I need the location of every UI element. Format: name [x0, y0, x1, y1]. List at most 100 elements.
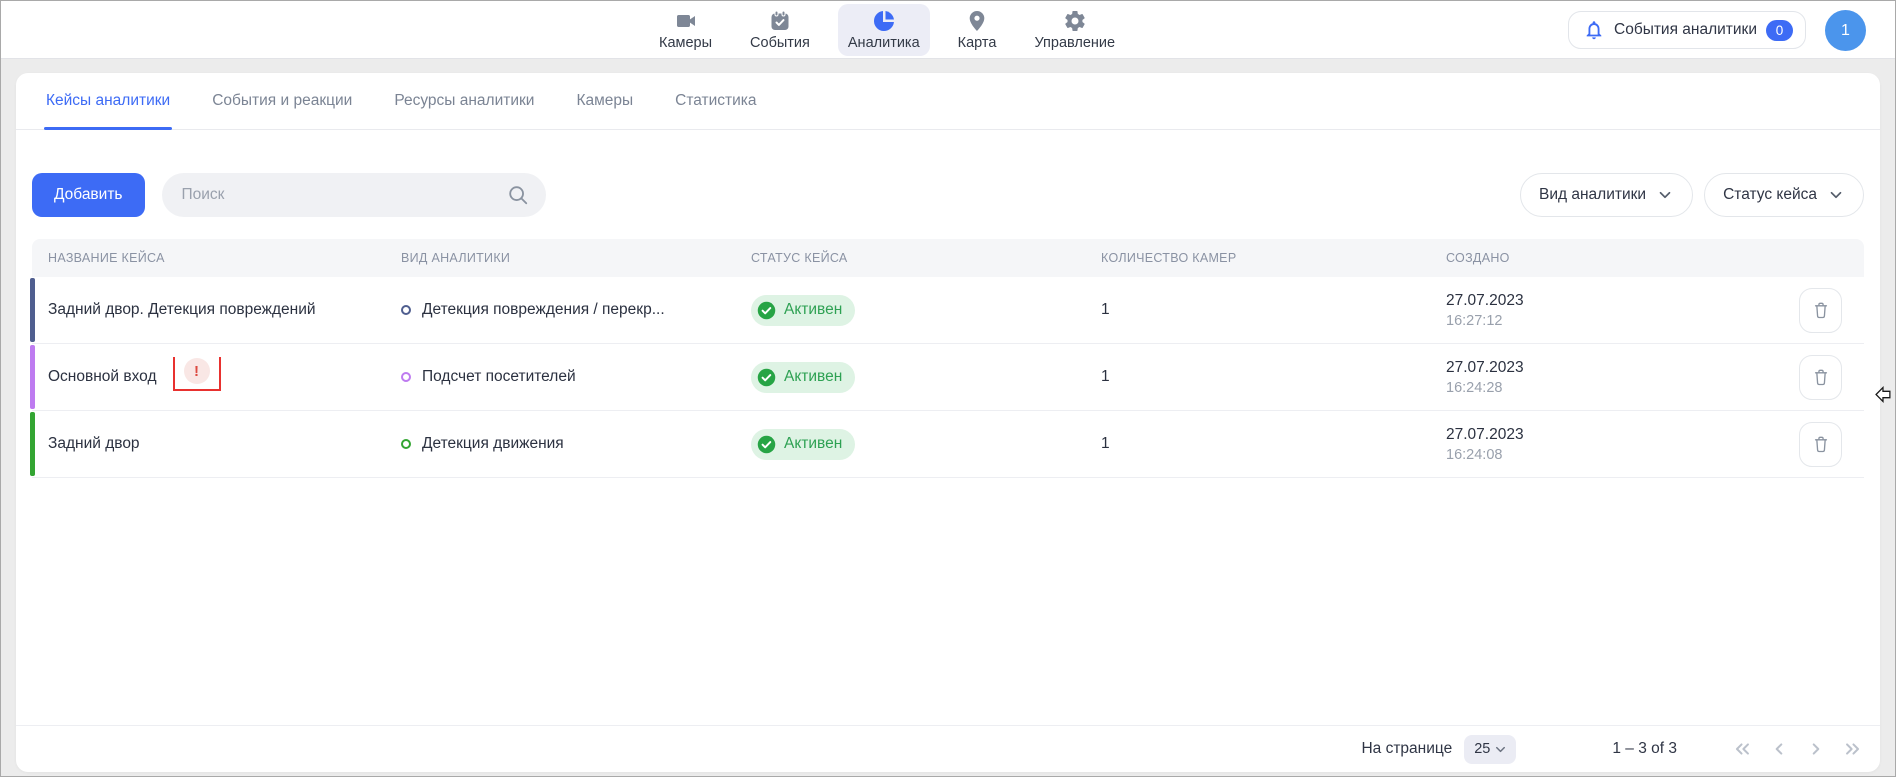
- case-name: Задний двор: [48, 435, 140, 453]
- check-circle-icon: [756, 367, 777, 388]
- nav-label: Управление: [1034, 35, 1115, 51]
- analytics-events-label: События аналитики: [1614, 21, 1757, 39]
- tab-analytics-cases[interactable]: Кейсы аналитики: [46, 73, 170, 129]
- created-cell: 27.07.2023 16:27:12: [1426, 292, 1771, 329]
- video-camera-icon: [674, 9, 698, 33]
- case-name-cell: Задний двор !: [32, 435, 381, 453]
- analytics-type-ring-icon: [401, 439, 411, 449]
- search-input[interactable]: [162, 173, 546, 217]
- analytics-type-filter-label: Вид аналитики: [1539, 186, 1646, 204]
- nav-item-events[interactable]: События: [740, 4, 820, 56]
- gear-icon: [1063, 9, 1087, 33]
- search-field: [162, 173, 546, 217]
- status-badge-label: Активен: [784, 368, 842, 386]
- actions-cell: [1771, 422, 1864, 467]
- analytics-type-cell: Детекция движения: [381, 435, 731, 453]
- analytics-type-ring-icon: [401, 372, 411, 382]
- tab-bar: Кейсы аналитики События и реакции Ресурс…: [16, 73, 1880, 130]
- table-body: Задний двор. Детекция повреждений ! Дете…: [32, 277, 1864, 478]
- analytics-type-label: Детекция повреждения / перекр...: [422, 301, 665, 319]
- camera-count: 1: [1101, 435, 1110, 452]
- last-page-button[interactable]: [1842, 738, 1864, 760]
- nav-item-map[interactable]: Карта: [948, 4, 1007, 56]
- case-status-cell: Активен: [731, 295, 1081, 326]
- alert-exclamation-icon: !: [184, 358, 210, 384]
- table-row[interactable]: Основной вход ! Подсчет посетителей Акти…: [32, 344, 1864, 411]
- trash-icon: [1811, 300, 1831, 320]
- analytics-type-filter[interactable]: Вид аналитики: [1520, 173, 1693, 217]
- case-status-cell: Активен: [731, 429, 1081, 460]
- pagination-bar: На странице 25 1 – 3 of 3: [16, 725, 1880, 772]
- nav-label: Камеры: [659, 35, 712, 51]
- case-name: Задний двор. Детекция повреждений: [48, 301, 316, 319]
- delete-case-button[interactable]: [1799, 288, 1842, 333]
- column-header-created: СОЗДАНО: [1426, 251, 1771, 265]
- analytics-events-button[interactable]: События аналитики 0: [1568, 11, 1806, 49]
- delete-case-button[interactable]: [1799, 422, 1842, 467]
- chevron-down-icon: [1827, 186, 1845, 204]
- calendar-check-icon: [768, 9, 792, 33]
- status-badge: Активен: [751, 362, 855, 393]
- per-page-label: На странице: [1361, 740, 1452, 758]
- check-circle-icon: [756, 434, 777, 455]
- created-time: 16:27:12: [1446, 313, 1771, 329]
- case-status-cell: Активен: [731, 362, 1081, 393]
- camera-count-cell: 1: [1081, 301, 1426, 319]
- alert-annotation: !: [173, 357, 221, 391]
- search-icon: [507, 184, 529, 206]
- camera-count: 1: [1101, 301, 1110, 318]
- tab-statistics[interactable]: Статистика: [675, 73, 756, 129]
- nav-item-cameras[interactable]: Камеры: [649, 4, 722, 56]
- trash-icon: [1811, 367, 1831, 387]
- created-time: 16:24:08: [1446, 447, 1771, 463]
- camera-count-cell: 1: [1081, 435, 1426, 453]
- mouse-cursor: [1875, 386, 1892, 403]
- case-status-filter[interactable]: Статус кейса: [1704, 173, 1864, 217]
- created-date: 27.07.2023: [1446, 292, 1771, 310]
- first-page-button[interactable]: [1731, 738, 1753, 760]
- actions-cell: [1771, 288, 1864, 333]
- camera-count-cell: 1: [1081, 368, 1426, 386]
- user-avatar[interactable]: 1: [1825, 10, 1866, 51]
- table-row[interactable]: Задний двор. Детекция повреждений ! Дете…: [32, 277, 1864, 344]
- case-name-cell: Задний двор. Детекция повреждений !: [32, 301, 381, 319]
- created-cell: 27.07.2023 16:24:08: [1426, 426, 1771, 463]
- next-page-button[interactable]: [1805, 738, 1827, 760]
- events-count-badge: 0: [1766, 20, 1793, 41]
- table-row[interactable]: Задний двор ! Детекция движения Активен …: [32, 411, 1864, 478]
- analytics-type-label: Детекция движения: [422, 435, 564, 453]
- delete-case-button[interactable]: [1799, 355, 1842, 400]
- column-header-case-name: НАЗВАНИЕ КЕЙСА: [32, 251, 381, 265]
- previous-page-button[interactable]: [1768, 738, 1790, 760]
- table-header: НАЗВАНИЕ КЕЙСА ВИД АНАЛИТИКИ СТАТУС КЕЙС…: [32, 239, 1864, 277]
- map-pin-icon: [965, 9, 989, 33]
- tab-events-reactions[interactable]: События и реакции: [212, 73, 352, 129]
- status-badge: Активен: [751, 295, 855, 326]
- per-page-select[interactable]: 25: [1464, 735, 1516, 764]
- created-date: 27.07.2023: [1446, 359, 1771, 377]
- top-bar: Камеры События Аналитика Карта: [1, 1, 1895, 59]
- analytics-type-cell: Детекция повреждения / перекр...: [381, 301, 731, 319]
- row-accent-bar: [30, 345, 35, 409]
- nav-label: Аналитика: [848, 35, 920, 51]
- case-name-cell: Основной вход !: [32, 357, 381, 397]
- case-name: Основной вход: [48, 368, 157, 386]
- analytics-type-cell: Подсчет посетителей: [381, 368, 731, 386]
- nav-item-management[interactable]: Управление: [1024, 4, 1125, 56]
- column-header-analytics-type: ВИД АНАЛИТИКИ: [381, 251, 731, 265]
- page-range-label: 1 – 3 of 3: [1612, 740, 1677, 758]
- add-button[interactable]: Добавить: [32, 173, 145, 217]
- column-header-case-status: СТАТУС КЕЙСА: [731, 251, 1081, 265]
- created-time: 16:24:28: [1446, 380, 1771, 396]
- status-badge-label: Активен: [784, 301, 842, 319]
- row-accent-bar: [30, 278, 35, 342]
- pie-chart-icon: [872, 9, 896, 33]
- camera-count: 1: [1101, 368, 1110, 385]
- tab-analytics-resources[interactable]: Ресурсы аналитики: [394, 73, 534, 129]
- tab-cameras[interactable]: Камеры: [576, 73, 633, 129]
- nav-item-analytics[interactable]: Аналитика: [838, 4, 930, 56]
- app-window: Камеры События Аналитика Карта: [0, 0, 1896, 777]
- row-accent-bar: [30, 412, 35, 476]
- cases-table: НАЗВАНИЕ КЕЙСА ВИД АНАЛИТИКИ СТАТУС КЕЙС…: [32, 239, 1864, 478]
- status-badge-label: Активен: [784, 435, 842, 453]
